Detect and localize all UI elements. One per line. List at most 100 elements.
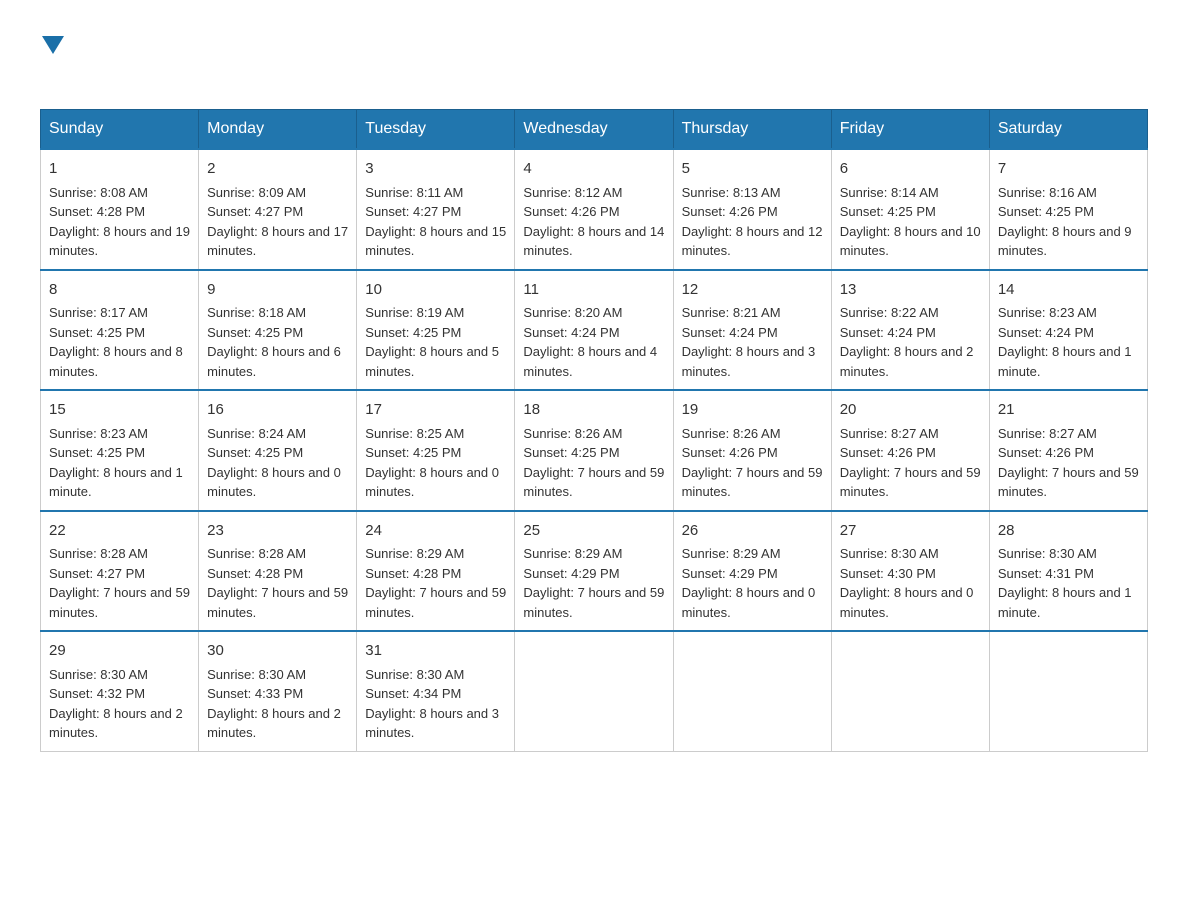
- calendar-day-cell: 29 Sunrise: 8:30 AM Sunset: 4:32 PM Dayligh…: [41, 631, 199, 751]
- daylight-info: Daylight: 8 hours and 6 minutes.: [207, 344, 341, 379]
- calendar-day-cell: 23Sunrise: 8:28 AMSunset: 4:28 PMDayligh…: [199, 511, 357, 632]
- sunset-info: Sunset: 4:32 PM: [49, 686, 145, 701]
- calendar-day-cell: 16 Sunrise: 8:24 AM Sunset: 4:25 PM Dayligh…: [199, 390, 357, 511]
- day-number: 12: [682, 279, 823, 302]
- sunrise-info: Sunrise: 8:09 AM: [207, 185, 306, 200]
- day-number: 26: [682, 520, 823, 543]
- sunset-info: Sunset: 4:25 PM: [207, 325, 303, 340]
- sunrise-info: Sunrise: 8:29 AM: [523, 546, 622, 561]
- calendar-day-header: Friday: [831, 110, 989, 150]
- daylight-info: Daylight: 8 hours and 3 minutes.: [682, 344, 816, 379]
- sunrise-info: Sunrise: 8:30 AM: [207, 667, 306, 682]
- sunset-info: Sunset: 4:28 PM: [49, 204, 145, 219]
- calendar-day-cell: 27Sunrise: 8:30 AMSunset: 4:30 PMDayligh…: [831, 511, 989, 632]
- sunrise-info: Sunrise: 8:28 AM: [207, 546, 306, 561]
- sunset-info: Sunset: 4:26 PM: [998, 445, 1094, 460]
- sunrise-info: Sunrise: 8:25 AM: [365, 426, 464, 441]
- day-number: 2: [207, 158, 348, 181]
- calendar-day-header: Wednesday: [515, 110, 673, 150]
- daylight-info: Daylight: 8 hours and 8 minutes.: [49, 344, 183, 379]
- sunset-info: Sunset: 4:30 PM: [840, 566, 936, 581]
- sunrise-info: Sunrise: 8:30 AM: [49, 667, 148, 682]
- calendar-week-row: 22 Sunrise: 8:28 AM Sunset: 4:27 PM Dayligh…: [41, 511, 1148, 632]
- sunset-info: Sunset: 4:33 PM: [207, 686, 303, 701]
- daylight-info: Daylight: 8 hours and 0 minutes.: [207, 465, 341, 500]
- calendar-day-cell: 26Sunrise: 8:29 AMSunset: 4:29 PMDayligh…: [673, 511, 831, 632]
- day-number: 18: [523, 399, 664, 422]
- calendar-day-cell: 14Sunrise: 8:23 AMSunset: 4:24 PMDayligh…: [989, 270, 1147, 391]
- daylight-info: Daylight: 7 hours and 59 minutes.: [998, 465, 1139, 500]
- sunrise-info: Sunrise: 8:29 AM: [682, 546, 781, 561]
- sunrise-info: Sunrise: 8:26 AM: [682, 426, 781, 441]
- day-number: 29: [49, 640, 190, 663]
- sunrise-info: Sunrise: 8:23 AM: [998, 305, 1097, 320]
- day-number: 20: [840, 399, 981, 422]
- calendar-week-row: 29 Sunrise: 8:30 AM Sunset: 4:32 PM Dayligh…: [41, 631, 1148, 751]
- sunrise-info: Sunrise: 8:29 AM: [365, 546, 464, 561]
- daylight-info: Daylight: 8 hours and 15 minutes.: [365, 224, 506, 259]
- calendar-day-cell: 24 Sunrise: 8:29 AM Sunset: 4:28 PM Dayligh…: [357, 511, 515, 632]
- day-number: 1: [49, 158, 190, 181]
- calendar-header-row: SundayMondayTuesdayWednesdayThursdayFrid…: [41, 110, 1148, 150]
- sunrise-info: Sunrise: 8:30 AM: [840, 546, 939, 561]
- calendar-day-cell: 25Sunrise: 8:29 AMSunset: 4:29 PMDayligh…: [515, 511, 673, 632]
- daylight-info: Daylight: 8 hours and 0 minutes.: [682, 585, 816, 620]
- sunrise-info: Sunrise: 8:20 AM: [523, 305, 622, 320]
- logo: [40, 30, 64, 89]
- calendar-table: SundayMondayTuesdayWednesdayThursdayFrid…: [40, 109, 1148, 752]
- sunrise-info: Sunrise: 8:11 AM: [365, 185, 463, 200]
- sunset-info: Sunset: 4:25 PM: [49, 325, 145, 340]
- day-number: 15: [49, 399, 190, 422]
- daylight-info: Daylight: 8 hours and 2 minutes.: [207, 706, 341, 741]
- calendar-day-cell: 7Sunrise: 8:16 AMSunset: 4:25 PMDaylight…: [989, 149, 1147, 270]
- sunset-info: Sunset: 4:27 PM: [207, 204, 303, 219]
- calendar-day-cell: 10Sunrise: 8:19 AMSunset: 4:25 PMDayligh…: [357, 270, 515, 391]
- sunrise-info: Sunrise: 8:26 AM: [523, 426, 622, 441]
- sunset-info: Sunset: 4:25 PM: [207, 445, 303, 460]
- daylight-info: Daylight: 8 hours and 1 minute.: [49, 465, 183, 500]
- sunrise-info: Sunrise: 8:18 AM: [207, 305, 306, 320]
- sunset-info: Sunset: 4:24 PM: [998, 325, 1094, 340]
- daylight-info: Daylight: 8 hours and 12 minutes.: [682, 224, 823, 259]
- sunset-info: Sunset: 4:29 PM: [523, 566, 619, 581]
- calendar-day-cell: 9 Sunrise: 8:18 AM Sunset: 4:25 PM Daylight…: [199, 270, 357, 391]
- day-number: 16: [207, 399, 348, 422]
- sunrise-info: Sunrise: 8:27 AM: [840, 426, 939, 441]
- sunset-info: Sunset: 4:24 PM: [523, 325, 619, 340]
- sunrise-info: Sunrise: 8:08 AM: [49, 185, 148, 200]
- day-number: 8: [49, 279, 190, 302]
- daylight-info: Daylight: 8 hours and 1 minute.: [998, 585, 1132, 620]
- day-number: 28: [998, 520, 1139, 543]
- sunset-info: Sunset: 4:24 PM: [840, 325, 936, 340]
- day-number: 31: [365, 640, 506, 663]
- sunrise-info: Sunrise: 8:24 AM: [207, 426, 306, 441]
- calendar-day-cell: 20Sunrise: 8:27 AMSunset: 4:26 PMDayligh…: [831, 390, 989, 511]
- daylight-info: Daylight: 8 hours and 0 minutes.: [365, 465, 499, 500]
- day-number: 6: [840, 158, 981, 181]
- sunset-info: Sunset: 4:25 PM: [365, 325, 461, 340]
- calendar-day-cell: 22Sunrise: 8:28 AMSunset: 4:27 PMDayligh…: [41, 511, 199, 632]
- calendar-day-cell: [673, 631, 831, 751]
- daylight-info: Daylight: 7 hours and 59 minutes.: [365, 585, 506, 620]
- sunset-info: Sunset: 4:28 PM: [365, 566, 461, 581]
- calendar-day-cell: 19Sunrise: 8:26 AMSunset: 4:26 PMDayligh…: [673, 390, 831, 511]
- calendar-day-cell: 1Sunrise: 8:08 AMSunset: 4:28 PMDaylight…: [41, 149, 199, 270]
- daylight-info: Daylight: 7 hours and 59 minutes.: [207, 585, 348, 620]
- calendar-week-row: 15Sunrise: 8:23 AMSunset: 4:25 PMDayligh…: [41, 390, 1148, 511]
- daylight-info: Daylight: 8 hours and 3 minutes.: [365, 706, 499, 741]
- sunrise-info: Sunrise: 8:30 AM: [998, 546, 1097, 561]
- sunset-info: Sunset: 4:27 PM: [49, 566, 145, 581]
- sunset-info: Sunset: 4:25 PM: [365, 445, 461, 460]
- day-number: 22: [49, 520, 190, 543]
- calendar-day-cell: 4Sunrise: 8:12 AMSunset: 4:26 PMDaylight…: [515, 149, 673, 270]
- calendar-day-cell: 6Sunrise: 8:14 AMSunset: 4:25 PMDaylight…: [831, 149, 989, 270]
- calendar-day-cell: 31Sunrise: 8:30 AMSunset: 4:34 PMDayligh…: [357, 631, 515, 751]
- day-number: 24: [365, 520, 506, 543]
- day-number: 25: [523, 520, 664, 543]
- sunset-info: Sunset: 4:28 PM: [207, 566, 303, 581]
- calendar-day-header: Saturday: [989, 110, 1147, 150]
- daylight-info: Daylight: 8 hours and 17 minutes.: [207, 224, 348, 259]
- day-number: 9: [207, 279, 348, 302]
- daylight-info: Daylight: 8 hours and 2 minutes.: [49, 706, 183, 741]
- day-number: 10: [365, 279, 506, 302]
